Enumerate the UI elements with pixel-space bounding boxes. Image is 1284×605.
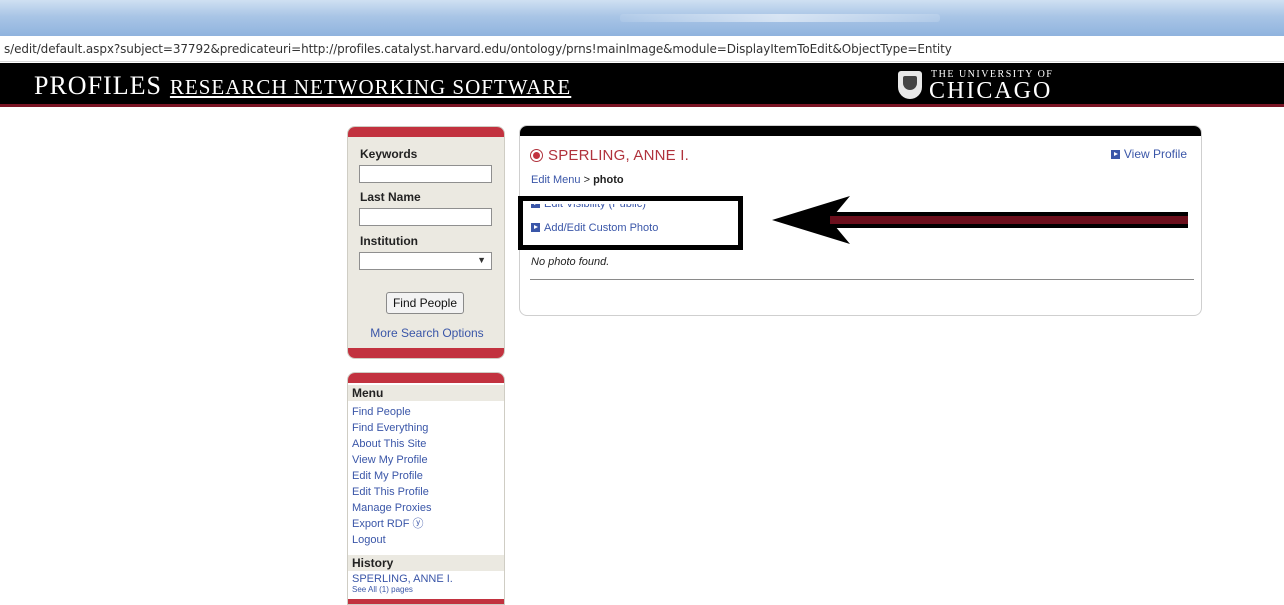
- annotation-arrow-icon: [772, 196, 1188, 244]
- institution-label: Institution: [360, 234, 418, 248]
- menu-item-find-everything[interactable]: Find Everything: [352, 420, 432, 436]
- highlight-box: [518, 196, 743, 250]
- breadcrumb-separator: >: [580, 174, 594, 186]
- keywords-input[interactable]: [359, 165, 492, 183]
- dropdown-arrow-icon: ▼: [477, 255, 486, 265]
- history-item[interactable]: SPERLING, ANNE I.: [352, 572, 453, 586]
- person-name: SPERLING, ANNE I.: [548, 147, 689, 164]
- menu-item-logout[interactable]: Logout: [352, 532, 432, 548]
- menu-item-view-my-profile[interactable]: View My Profile: [352, 452, 432, 468]
- breadcrumb-edit-menu[interactable]: Edit Menu: [531, 174, 581, 186]
- shield-icon: [898, 71, 922, 99]
- person-bullet-icon: [530, 149, 543, 162]
- menu-list: Find People Find Everything About This S…: [352, 404, 432, 548]
- more-search-options-link[interactable]: More Search Options: [348, 326, 504, 340]
- brand-sub: RESEARCH NETWORKING SOFTWARE: [169, 75, 572, 99]
- menu-panel: Menu Find People Find Everything About T…: [347, 372, 505, 605]
- panel-cap-bottom: [348, 348, 504, 358]
- divider: [530, 279, 1194, 280]
- panel-top-bar: [520, 126, 1201, 136]
- history-title: History: [348, 555, 504, 571]
- menu-title: Menu: [348, 385, 504, 401]
- menu-item-export-rdf[interactable]: Export RDF ⓨ: [352, 516, 432, 532]
- menu-item-edit-this-profile[interactable]: Edit This Profile: [352, 484, 432, 500]
- find-people-button[interactable]: Find People: [386, 292, 464, 314]
- browser-title-bar: [0, 0, 1284, 36]
- institution-select[interactable]: ▼: [359, 252, 492, 270]
- keywords-label: Keywords: [360, 147, 418, 161]
- breadcrumb-current: photo: [593, 174, 624, 186]
- window-title-blurred: [620, 14, 940, 22]
- university-name: CHICAGO: [929, 78, 1053, 104]
- play-square-icon: [1110, 150, 1120, 159]
- lastname-input[interactable]: [359, 208, 492, 226]
- search-panel: Keywords Last Name Institution ▼ Find Pe…: [347, 126, 505, 359]
- no-photo-message: No photo found.: [531, 256, 610, 268]
- menu-item-about[interactable]: About This Site: [352, 436, 432, 452]
- site-header: PROFILES RESEARCH NETWORKING SOFTWARE THE…: [0, 63, 1284, 107]
- profiles-logo[interactable]: PROFILES RESEARCH NETWORKING SOFTWARE: [34, 71, 571, 101]
- menu-item-find-people[interactable]: Find People: [352, 404, 432, 420]
- panel-cap: [348, 127, 504, 137]
- view-profile-link[interactable]: View Profile: [1110, 147, 1187, 161]
- browser-address-bar[interactable]: s/edit/default.aspx?subject=37792&predic…: [0, 36, 1284, 62]
- see-all-history-link[interactable]: See All (1) pages: [352, 585, 413, 594]
- view-profile-label: View Profile: [1123, 147, 1187, 161]
- panel-cap: [348, 373, 504, 383]
- menu-item-manage-proxies[interactable]: Manage Proxies: [352, 500, 432, 516]
- panel-cap-bottom: [348, 599, 504, 604]
- breadcrumb: Edit Menu > photo: [531, 174, 624, 186]
- lastname-label: Last Name: [360, 190, 421, 204]
- menu-item-edit-my-profile[interactable]: Edit My Profile: [352, 468, 432, 484]
- url-text[interactable]: s/edit/default.aspx?subject=37792&predic…: [4, 42, 952, 56]
- brand-main: PROFILES: [34, 71, 162, 100]
